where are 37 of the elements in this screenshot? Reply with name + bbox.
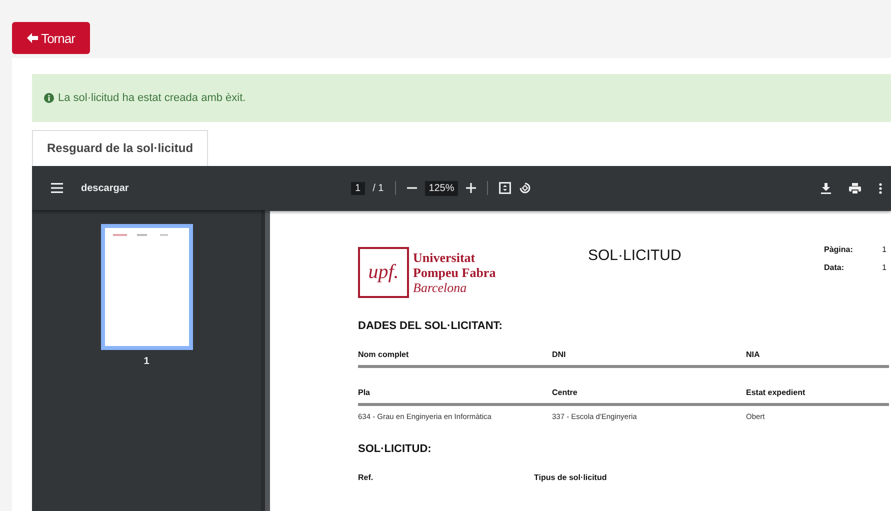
tab[interactable]: Resguard de la sol·licitud — [32, 130, 208, 166]
fit-page-icon — [499, 182, 512, 194]
document-title: descargar — [81, 182, 129, 194]
menu-icon — [51, 183, 63, 193]
logo-text-line: Barcelona — [413, 280, 468, 295]
document-heading: SOL·LICITUD — [588, 246, 682, 264]
meta-label: Data: — [824, 263, 846, 272]
column-header: Estat expedient — [746, 388, 806, 399]
plus-icon — [466, 183, 476, 193]
section-heading: SOL·LICITUD: — [358, 443, 432, 455]
logo-text-line: Pompeu Fabra — [413, 265, 496, 280]
meta-label: Pàgina: — [824, 245, 854, 254]
column-header: Nom complet — [358, 350, 410, 361]
meta-value: 1 — [882, 263, 888, 272]
column-header: Ref. — [358, 473, 374, 484]
column-header: Tipus de sol·licitud — [534, 473, 608, 484]
logo-mark: upf. — [358, 247, 409, 298]
column-header: NIA — [746, 350, 761, 361]
info-icon — [44, 93, 54, 103]
column-header: Pla — [358, 388, 372, 399]
zoom-field[interactable]: 125% — [424, 180, 458, 196]
rotate-icon — [519, 182, 532, 194]
section-heading: DADES DEL SOL·LICITANT: — [358, 320, 504, 332]
print-icon — [849, 182, 861, 194]
column-header: DNI — [552, 350, 567, 361]
alert-message: La sol·licitud ha estat creada amb èxit. — [58, 92, 246, 104]
download-icon — [821, 182, 831, 194]
page-number-field[interactable]: 1 — [351, 182, 365, 194]
meta-value: 1 — [882, 245, 888, 254]
page-total: / 1 — [372, 182, 384, 194]
logo-text-line: Universitat — [413, 250, 476, 265]
back-button[interactable]: Tornar — [12, 22, 90, 54]
thumbnail-label: 1 — [144, 356, 150, 367]
column-header: Centre — [552, 388, 578, 399]
more-vertical-icon — [879, 182, 882, 194]
page-thumbnail[interactable] — [100, 224, 192, 350]
arrow-left-icon — [27, 33, 38, 43]
